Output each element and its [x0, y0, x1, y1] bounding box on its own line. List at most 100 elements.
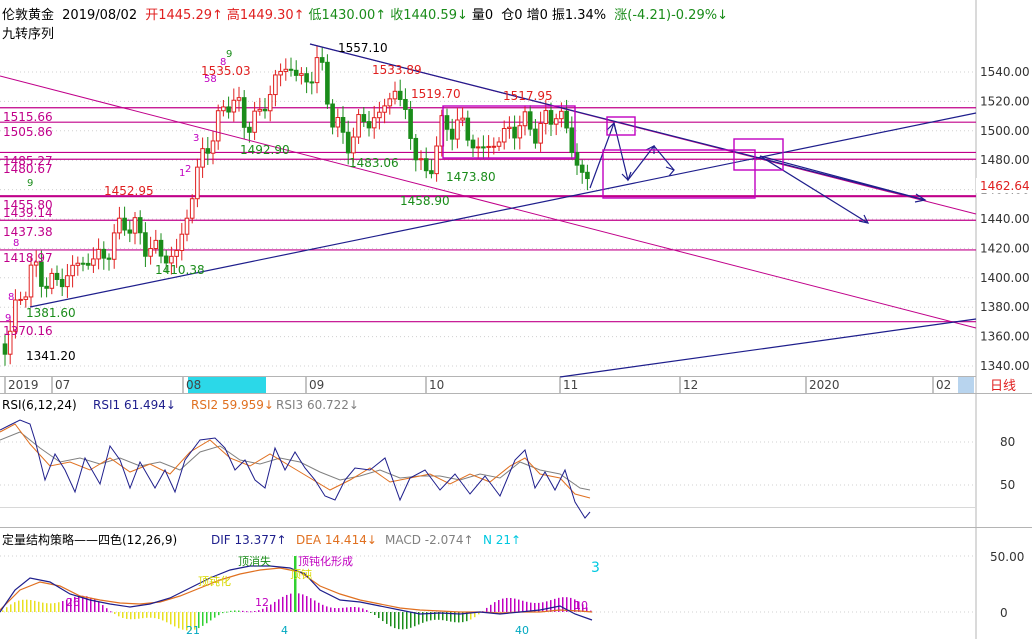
time-axis: 2019 07 08 09 10 11 12 2020 02	[4, 377, 951, 393]
macd-bar	[18, 600, 20, 612]
time-label: 11	[563, 378, 578, 392]
candle-body	[319, 57, 325, 63]
time-label: 2019	[8, 378, 39, 392]
macd-bar	[282, 596, 284, 612]
navy-projection-1	[759, 155, 926, 201]
rsi2-label: RSI2 59.959↓	[191, 398, 274, 412]
candle-body	[184, 217, 190, 235]
candle-body	[574, 152, 580, 166]
macd-bar	[390, 612, 392, 627]
macd-bar	[22, 599, 24, 612]
price-tick: 1380.00	[980, 300, 1030, 314]
rsi-pane: RSI(6,12,24) RSI1 61.494↓ RSI2 59.959↓ R…	[0, 398, 1015, 519]
candle-body	[101, 248, 107, 259]
annotation-1458: 1458.90	[400, 194, 450, 208]
annotation-1480: 1480.67	[3, 162, 53, 176]
candle-body	[189, 198, 195, 219]
macd-bar	[370, 612, 372, 613]
candle-body	[200, 148, 205, 168]
seq-2: 2	[185, 164, 191, 175]
candle-body	[2, 343, 8, 355]
candle-body	[423, 158, 429, 172]
macd-bar	[230, 610, 232, 612]
seq-9-low: 9	[5, 313, 11, 324]
candle-body	[486, 145, 491, 148]
candle-body	[106, 257, 112, 260]
candle-body	[241, 97, 247, 128]
macd-bar	[170, 612, 172, 625]
macd-bar	[358, 607, 360, 612]
candle-body	[247, 126, 252, 133]
candle-body	[195, 166, 200, 200]
macd-spike	[294, 556, 297, 612]
macd-bar	[366, 610, 368, 612]
time-label: 08	[186, 378, 201, 392]
candle-body	[517, 125, 523, 139]
candle-body	[434, 145, 439, 175]
macd-bar	[386, 612, 388, 624]
candle-body	[475, 146, 481, 149]
macd-bar	[262, 608, 264, 612]
candle-body	[501, 128, 507, 143]
seq-8-left: 8	[8, 292, 14, 303]
candle-body	[330, 103, 335, 128]
annotation-1370: 1370.16	[3, 324, 53, 338]
main-chart[interactable]: 1540.001520.001500.001480.001460.001440.…	[0, 0, 1032, 639]
macd-bar	[30, 600, 32, 612]
macd-bar	[2, 610, 4, 612]
macd-bar	[310, 598, 312, 612]
candle-body	[585, 171, 590, 180]
candle-body	[387, 98, 393, 107]
period-button[interactable]: 日线	[990, 379, 1016, 394]
navy-bottom-line	[559, 318, 977, 378]
candle-body	[148, 248, 153, 257]
macd-bar	[374, 612, 376, 616]
macd-bar	[238, 610, 240, 612]
seq-1: 1	[179, 168, 185, 179]
annotation-1492: 1492.90	[240, 143, 290, 157]
rsi3-line	[0, 431, 591, 491]
candle-body	[455, 119, 460, 140]
macd-bar	[522, 600, 524, 612]
candle-body	[366, 121, 372, 129]
macd-bar	[150, 612, 152, 618]
annotation-1381: 1381.60	[26, 306, 76, 320]
candle-body	[262, 108, 268, 112]
n-label: N 21↑	[483, 533, 521, 547]
candle-body	[429, 170, 434, 175]
candle-body	[559, 110, 564, 120]
rsi1-label: RSI1 61.494↓	[93, 398, 176, 412]
candle-body	[23, 296, 29, 300]
macd-bar	[254, 610, 256, 612]
macd-bar	[210, 612, 212, 621]
candle-body	[80, 262, 86, 265]
candle-body	[543, 110, 549, 124]
note-top-blunt: 顶钝化形成	[298, 554, 353, 568]
candle-body	[267, 94, 273, 112]
macd-bar	[338, 608, 340, 612]
macd-bar	[222, 612, 224, 614]
macd-bar	[214, 612, 216, 618]
macd-bar	[42, 602, 44, 612]
macd-bar	[502, 598, 504, 612]
macd-bar	[158, 612, 160, 620]
seq-8-low: 8	[13, 238, 19, 249]
macd-bar	[62, 601, 64, 612]
candle-body	[512, 126, 517, 139]
candle-body	[533, 128, 538, 144]
seq-9-left: 9	[27, 178, 33, 189]
annotation-1557: 1557.10	[338, 41, 388, 55]
macd-bar	[202, 612, 204, 626]
candle-body	[507, 126, 512, 130]
price-tick: 1400.00	[980, 271, 1030, 285]
candle-body	[65, 275, 70, 288]
annotation-1473: 1473.80	[446, 170, 496, 184]
macd-bar	[118, 612, 120, 617]
macd-bar	[10, 604, 12, 612]
macd-bar	[514, 598, 516, 612]
macd-label: MACD -2.074↑	[385, 533, 474, 547]
price-annotations: 1557.10 1535.03 1533.89 1519.70 1517.95 …	[3, 41, 553, 363]
candle-body	[460, 117, 465, 121]
candle-body	[418, 158, 424, 161]
macd-bar	[382, 612, 384, 622]
